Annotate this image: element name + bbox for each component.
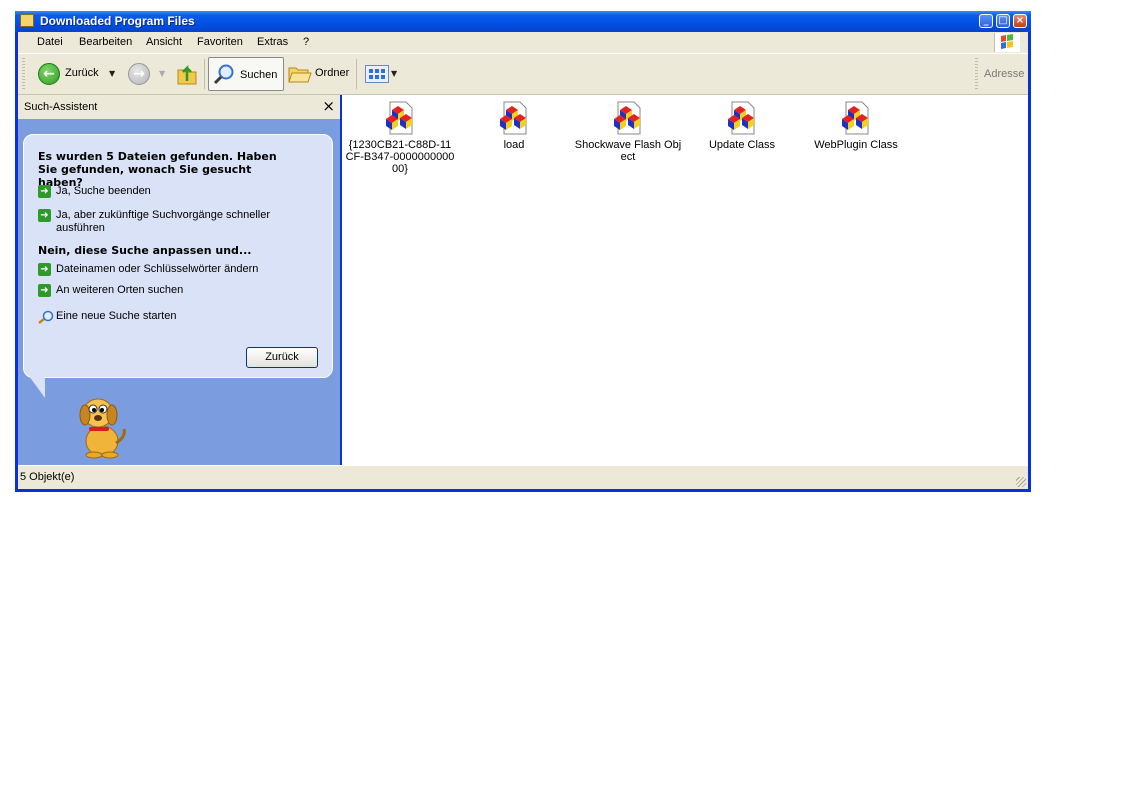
- forward-dropdown-icon[interactable]: ▼: [159, 69, 165, 78]
- address-label[interactable]: Adresse: [984, 68, 1024, 80]
- file-item[interactable]: {1230CB21-C88D-11CF-B347-000000000000}: [345, 101, 455, 175]
- menu-extras[interactable]: Extras: [257, 36, 288, 48]
- activex-control-icon: [726, 101, 758, 135]
- maximize-button[interactable]: □: [996, 14, 1010, 28]
- file-item[interactable]: WebPlugin Class: [801, 101, 911, 151]
- activex-control-icon: [840, 101, 872, 135]
- file-item[interactable]: Shockwave Flash Object: [573, 101, 683, 163]
- object-count: 5 Objekt(e): [20, 471, 75, 483]
- bubble-tail: [28, 376, 54, 398]
- refine-heading: Nein, diese Suche anpassen und...: [38, 244, 252, 257]
- pane-header: Such-Assistent ×: [18, 95, 340, 119]
- windows-logo-icon: [994, 33, 1020, 52]
- link-faster-searches[interactable]: ➜ Ja, aber zukünftige Suchvorgänge schnel…: [38, 209, 278, 235]
- green-arrow-icon: ➜: [38, 284, 51, 297]
- search-icon: [213, 63, 235, 88]
- file-item[interactable]: Update Class: [687, 101, 797, 151]
- forward-arrow-icon[interactable]: →: [128, 63, 150, 85]
- search-dog-assistant-icon[interactable]: [70, 393, 130, 459]
- search-icon: [38, 310, 54, 324]
- resize-grip[interactable]: [1016, 477, 1026, 487]
- minimize-button[interactable]: _: [979, 14, 993, 28]
- back-button-label[interactable]: Zurück: [65, 67, 99, 79]
- folder-up-icon[interactable]: [176, 62, 198, 86]
- title-bar[interactable]: Downloaded Program Files _ □ ×: [15, 11, 1031, 32]
- folders-icon[interactable]: [288, 63, 312, 85]
- search-companion-pane: Such-Assistent × Es wurden 5 Dateien gef…: [18, 95, 340, 465]
- toolbar-grip[interactable]: [22, 58, 25, 89]
- green-arrow-icon: ➜: [38, 185, 51, 198]
- activex-control-icon: [612, 101, 644, 135]
- view-icon[interactable]: [365, 65, 389, 83]
- menu-help[interactable]: ?: [303, 36, 309, 48]
- back-button[interactable]: Zurück: [246, 347, 318, 368]
- toolbar-separator: [204, 59, 205, 89]
- pane-title: Such-Assistent: [24, 101, 98, 113]
- address-grip[interactable]: [975, 58, 978, 89]
- window-title: Downloaded Program Files: [40, 14, 195, 28]
- menu-ansicht[interactable]: Ansicht: [146, 36, 182, 48]
- link-other-places[interactable]: ➜ An weiteren Orten suchen: [38, 284, 183, 297]
- green-arrow-icon: ➜: [38, 263, 51, 276]
- close-pane-icon[interactable]: ×: [322, 97, 335, 115]
- menu-bearbeiten[interactable]: Bearbeiten: [79, 36, 132, 48]
- results-message: Es wurden 5 Dateien gefunden. Haben Sie …: [38, 150, 277, 189]
- assistant-bubble: Es wurden 5 Dateien gefunden. Haben Sie …: [23, 134, 333, 378]
- menu-datei[interactable]: Datei: [37, 36, 63, 48]
- file-item[interactable]: load: [459, 101, 569, 151]
- search-button[interactable]: Suchen: [208, 57, 284, 91]
- file-name: Shockwave Flash Object: [574, 139, 682, 163]
- back-arrow-icon[interactable]: ←: [38, 63, 60, 85]
- file-name: load: [503, 139, 525, 151]
- link-change-names[interactable]: ➜ Dateinamen oder Schlüsselwörter ändern: [38, 263, 258, 276]
- view-dropdown-icon[interactable]: ▼: [391, 69, 397, 78]
- link-new-search[interactable]: Eine neue Suche starten: [38, 310, 176, 324]
- activex-control-icon: [498, 101, 530, 135]
- menu-favoriten[interactable]: Favoriten: [197, 36, 243, 48]
- file-name: WebPlugin Class: [814, 139, 898, 151]
- green-arrow-icon: ➜: [38, 209, 51, 222]
- close-button[interactable]: ×: [1013, 14, 1027, 28]
- file-list-view: {1230CB21-C88D-11CF-B347-000000000000} l…: [342, 95, 1028, 465]
- explorer-window: Downloaded Program Files _ □ × Datei Bea…: [15, 11, 1031, 492]
- search-button-label: Suchen: [240, 69, 278, 81]
- file-name: {1230CB21-C88D-11CF-B347-000000000000}: [345, 139, 455, 175]
- menu-bar: Datei Bearbeiten Ansicht Favoriten Extra…: [18, 32, 1028, 54]
- file-name: Update Class: [708, 139, 776, 151]
- status-bar: 5 Objekt(e): [18, 465, 1028, 489]
- toolbar-separator: [356, 59, 357, 89]
- back-dropdown-icon[interactable]: ▼: [109, 69, 115, 78]
- folder-icon: [20, 14, 34, 27]
- activex-control-icon: [384, 101, 416, 135]
- folders-button-label[interactable]: Ordner: [315, 67, 349, 79]
- toolbar: ← Zurück ▼ → ▼ Suchen Ordner ▼ Adresse: [18, 54, 1028, 95]
- link-end-search[interactable]: ➜ Ja, Suche beenden: [38, 185, 151, 198]
